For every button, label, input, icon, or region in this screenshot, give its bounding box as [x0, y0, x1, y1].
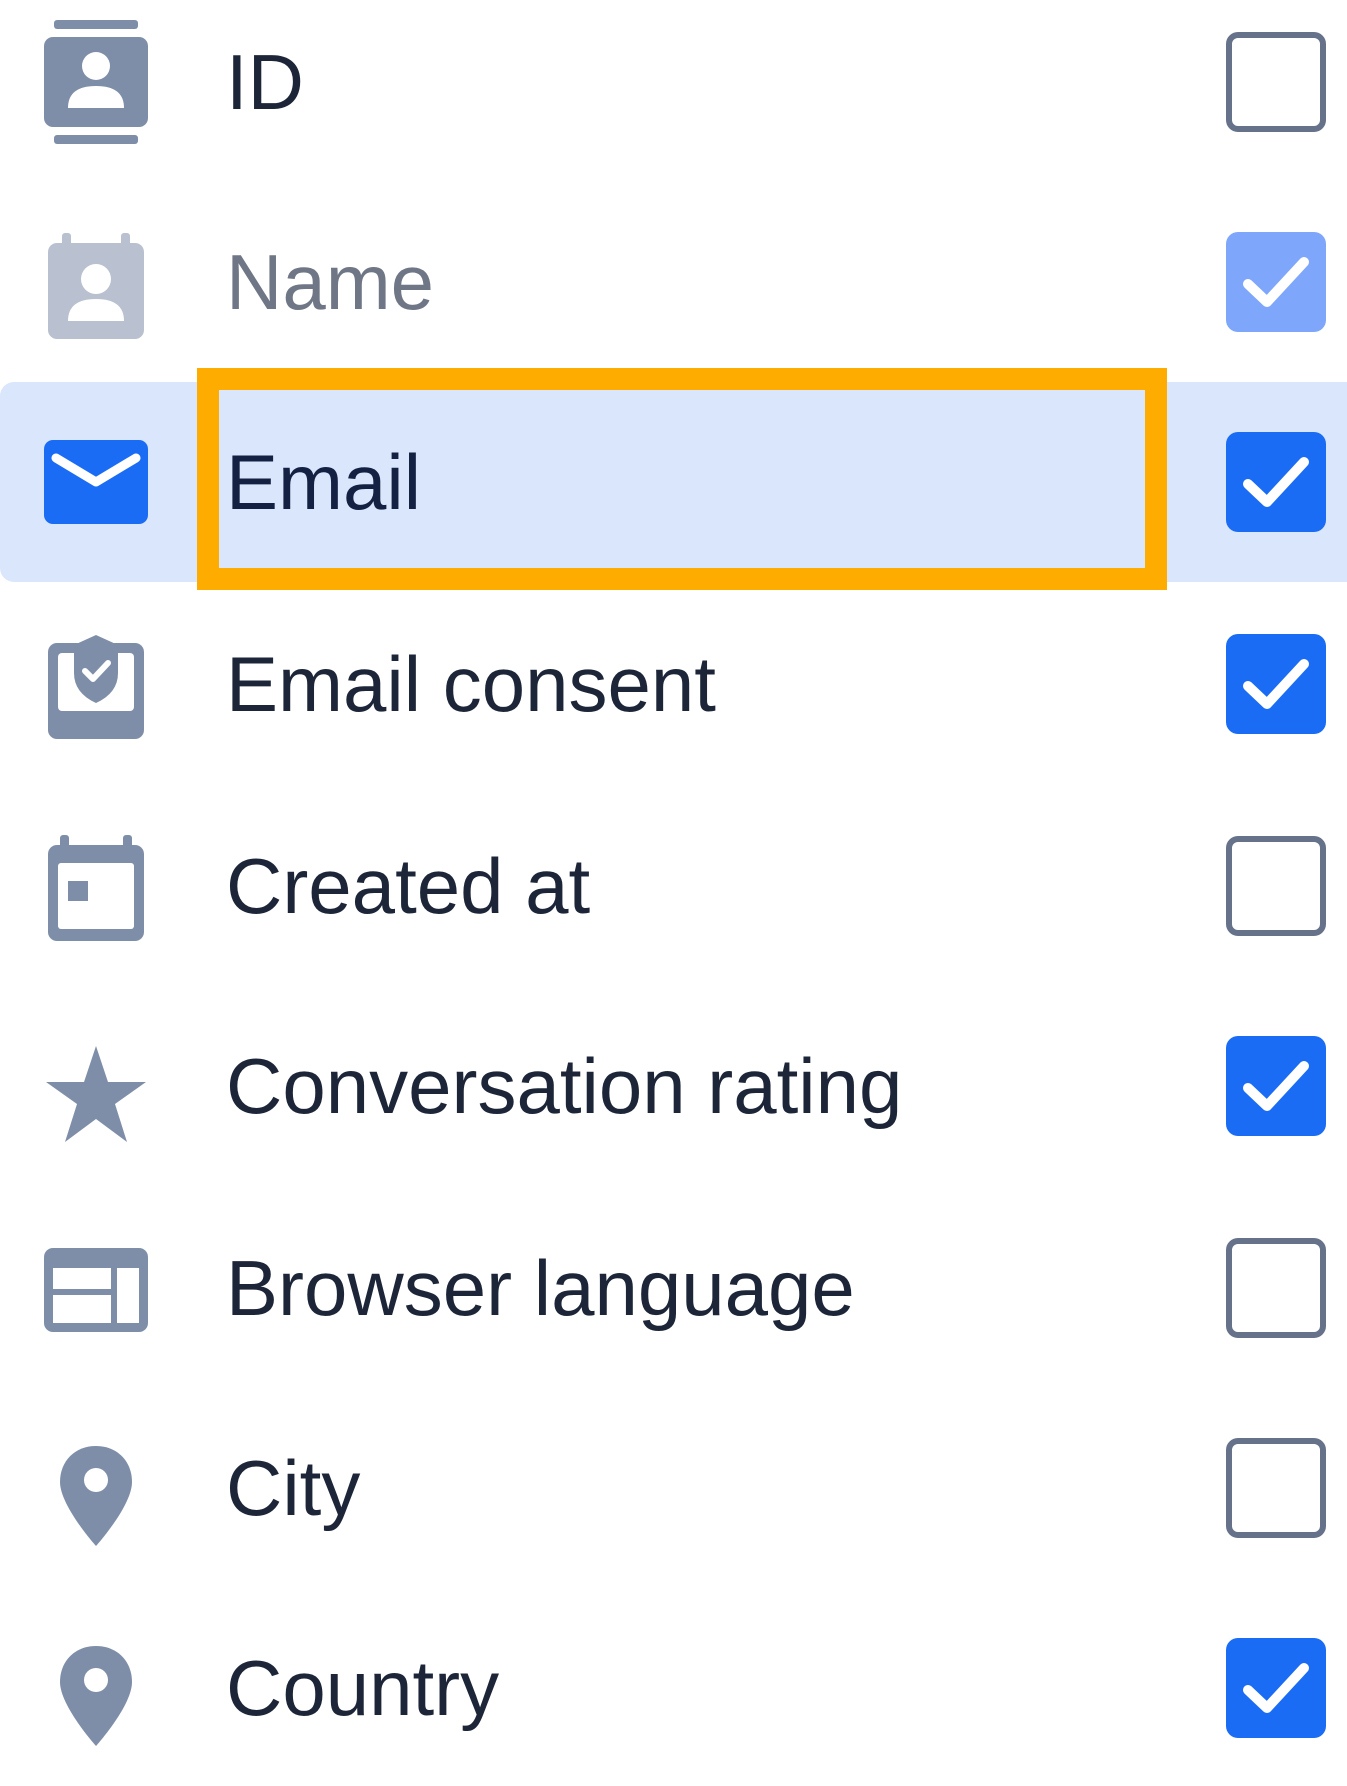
envelope-icon: [44, 420, 148, 544]
field-label: City: [226, 1444, 361, 1532]
field-checkbox[interactable]: [1226, 1438, 1326, 1538]
field-checkbox[interactable]: [1226, 634, 1326, 734]
field-label: Email consent: [226, 640, 716, 728]
star-icon: [44, 1032, 148, 1156]
field-checkbox[interactable]: [1226, 1036, 1326, 1136]
field-checkbox: [1226, 232, 1326, 332]
location-pin-icon: [44, 1634, 148, 1758]
field-row-name: Name: [0, 200, 1347, 380]
field-label: Email: [226, 438, 422, 526]
location-pin-icon: [44, 1434, 148, 1558]
field-checkbox[interactable]: [1226, 1638, 1326, 1738]
field-row-id[interactable]: ID: [0, 0, 1347, 180]
field-label: ID: [226, 38, 304, 126]
browser-window-icon: [44, 1228, 148, 1352]
contact-card-icon: [44, 20, 148, 144]
field-row-created-at[interactable]: Created at: [0, 804, 1347, 984]
field-row-country[interactable]: Country: [0, 1606, 1347, 1786]
calendar-icon: [44, 826, 148, 950]
field-checkbox[interactable]: [1226, 836, 1326, 936]
field-label: Name: [226, 238, 435, 326]
field-row-conversation-rating[interactable]: Conversation rating: [0, 1004, 1347, 1184]
person-badge-icon: [44, 224, 148, 348]
field-checkbox[interactable]: [1226, 432, 1326, 532]
field-label: Country: [226, 1644, 500, 1732]
field-label: Conversation rating: [226, 1042, 903, 1130]
shield-check-icon: [44, 624, 148, 748]
field-row-city[interactable]: City: [0, 1406, 1347, 1586]
field-label: Browser language: [226, 1244, 855, 1332]
field-row-email[interactable]: Email: [0, 382, 1347, 582]
field-label: Created at: [226, 842, 591, 930]
field-checkbox[interactable]: [1226, 32, 1326, 132]
field-checkbox[interactable]: [1226, 1238, 1326, 1338]
field-row-browser-language[interactable]: Browser language: [0, 1206, 1347, 1386]
field-row-email-consent[interactable]: Email consent: [0, 602, 1347, 782]
